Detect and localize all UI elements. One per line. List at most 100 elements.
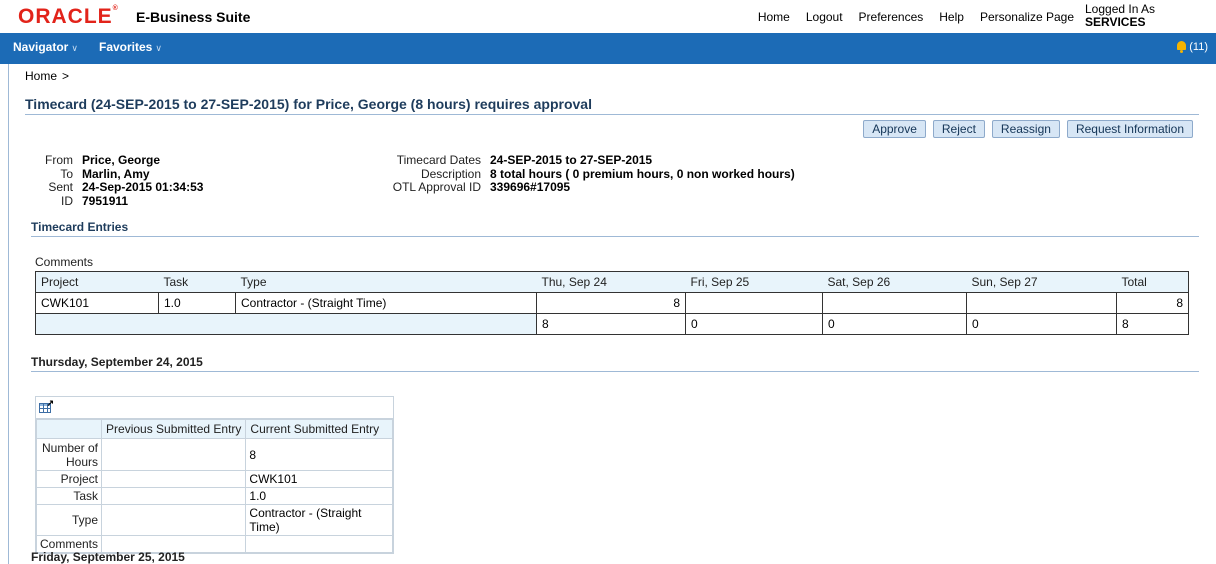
logged-in-user: SERVICES [1085,15,1146,29]
otl-approval-id-value: 339696#17095 [490,180,571,194]
cell-sun [966,292,1117,314]
page-title: Timecard (24-SEP-2015 to 27-SEP-2015) fo… [25,96,1199,115]
cell-type: Contractor - (Straight Time) [235,292,537,314]
favorites-menu[interactable]: Favorites ∨ [99,40,162,54]
logged-in-label: Logged In As [1085,2,1156,16]
chevron-down-icon: ∨ [155,43,162,53]
cell-project: CWK101 [35,292,159,314]
id-label: ID [61,193,73,208]
total-fri: 0 [685,313,823,335]
prev-value [101,487,247,505]
notification-header-left: From Price, George To Marlin, Amy Sent 24-S… [29,153,204,208]
notifications-button[interactable]: (11) [1176,41,1208,53]
cell-sat [822,292,967,314]
cell-total: 8 [1116,292,1189,314]
navigator-menu[interactable]: Navigator ∨ [13,40,78,54]
total-total: 8 [1116,313,1189,335]
home-link[interactable]: Home [758,10,790,24]
col-sat: Sat, Sep 26 [822,271,967,293]
curr-value: 1.0 [245,487,393,505]
row-label: Type [35,504,103,536]
row-label: Number of Hours [35,438,103,471]
personalize-page-link[interactable]: Personalize Page [980,10,1074,24]
day2-heading: Friday, September 25, 2015 [31,550,185,564]
breadcrumb: Home > [25,69,69,83]
help-link[interactable]: Help [939,10,964,24]
comments-label: Comments [35,255,94,269]
prev-value [101,470,247,488]
detail-toolbar: ↗ [36,397,393,419]
col-thu: Thu, Sep 24 [536,271,686,293]
table-row: Type Contractor - (Straight Time) [35,504,393,536]
preferences-link[interactable]: Preferences [859,10,924,24]
request-information-button[interactable]: Request Information [1066,120,1193,138]
total-sat: 0 [822,313,967,335]
col-fri: Fri, Sep 25 [685,271,823,293]
main-content: Home > Timecard (24-SEP-2015 to 27-SEP-20… [8,64,1210,564]
day1-detail-table: ↗ Previous Submitted Entry Current Submi… [35,396,394,554]
to-label: To [60,166,73,181]
reject-button[interactable]: Reject [932,120,985,138]
suite-name: E-Business Suite [136,9,251,25]
cell-thu: 8 [536,292,686,314]
global-links: Home Logout Preferences Help Personalize… [758,10,1074,24]
reassign-button[interactable]: Reassign [991,120,1060,138]
totals-row: 8 0 0 0 8 [35,313,1189,335]
logged-in-info: Logged In As SERVICES [1085,3,1155,29]
id-value: 7951911 [82,193,129,208]
prev-value [101,438,247,471]
breadcrumb-home-link[interactable]: Home [25,69,57,83]
navigation-bar: Navigator ∨ Favorites ∨ (11) [0,33,1216,64]
description-value: 8 total hours ( 0 premium hours, 0 non w… [490,166,795,181]
prev-value [101,504,247,536]
oracle-logo: ORACLE® [18,5,119,28]
action-buttons: Approve Reject Reassign Request Informat… [863,120,1193,138]
col-type: Type [235,271,537,293]
table-row: Task 1.0 [35,487,393,505]
curr-value: Contractor - (Straight Time) [245,504,393,536]
bell-icon [1176,41,1187,53]
curr-value: 8 [245,438,393,471]
logo-text: ORACLE [18,5,113,28]
timecard-dates-value: 24-SEP-2015 to 27-SEP-2015 [490,153,653,167]
timecard-entries-heading: Timecard Entries [31,220,1199,237]
sent-value: 24-Sep-2015 01:34:53 [82,180,204,194]
table-header-row: Project Task Type Thu, Sep 24 Fri, Sep 2… [35,271,1189,293]
col-previous-entry: Previous Submitted Entry [101,419,247,439]
sent-label: Sent [48,180,73,194]
notification-count: (11) [1189,41,1208,53]
breadcrumb-separator: > [62,69,70,83]
navigator-label: Navigator [13,40,69,54]
timecard-dates-label: Timecard Dates [396,153,481,167]
detail-grid: Previous Submitted Entry Current Submitt… [35,419,393,553]
global-header: ORACLE® E-Business Suite Home Logout Pre… [0,0,1216,33]
otl-approval-id-label: OTL Approval ID [392,180,481,194]
curr-value: CWK101 [245,470,393,488]
totals-label-cell [35,313,537,335]
col-project: Project [35,271,159,293]
export-icon[interactable]: ↗ [39,398,54,413]
col-sun: Sun, Sep 27 [966,271,1117,293]
row-label: Project [35,470,103,488]
logout-link[interactable]: Logout [806,10,843,24]
detail-corner [35,419,103,439]
from-label: From [45,153,73,167]
notification-header-right: Timecard Dates 24-SEP-2015 to 27-SEP-2015… [359,153,795,195]
total-sun: 0 [966,313,1117,335]
table-row: CWK101 1.0 Contractor - (Straight Time) … [35,292,1189,314]
total-thu: 8 [536,313,686,335]
favorites-label: Favorites [99,40,153,54]
from-value: Price, George [82,153,161,167]
description-label: Description [420,166,481,181]
table-row: Number of Hours 8 [35,438,393,471]
col-total: Total [1116,271,1189,293]
day1-heading: Thursday, September 24, 2015 [31,355,1199,372]
row-label: Task [35,487,103,505]
cell-fri [685,292,823,314]
col-task: Task [158,271,236,293]
chevron-down-icon: ∨ [71,43,78,53]
cell-task: 1.0 [158,292,236,314]
col-current-entry: Current Submitted Entry [245,419,393,439]
to-value: Marlin, Amy [82,166,150,181]
approve-button[interactable]: Approve [863,120,926,138]
